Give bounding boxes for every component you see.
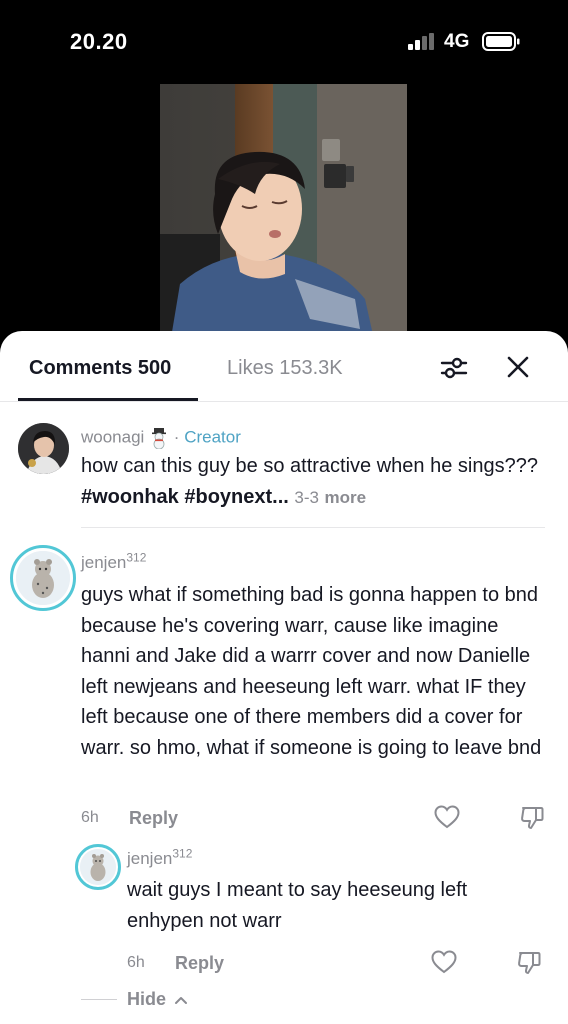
reply-text: wait guys I meant to say heeseung left e…: [127, 879, 468, 932]
creator-avatar[interactable]: [18, 423, 69, 474]
commenter-avatar[interactable]: [16, 551, 70, 605]
comment-text: how can this guy be so attractive when h…: [81, 451, 551, 513]
username-text: jenjen: [127, 849, 173, 868]
tab-likes[interactable]: Likes 153.3K: [227, 357, 343, 380]
hide-divider-line: [81, 999, 117, 1000]
hashtag-link[interactable]: #woonhak: [81, 486, 179, 508]
battery-icon: [482, 32, 520, 51]
active-tab-indicator: [18, 398, 198, 401]
status-time: 20.20: [70, 29, 128, 54]
username-text: woonagi: [81, 427, 145, 447]
username-superscript: 312: [172, 846, 193, 861]
heart-icon[interactable]: [431, 950, 457, 974]
cellular-signal-icon: [408, 33, 434, 50]
status-bar: 20.20 4G: [0, 0, 568, 84]
avatar-image: [18, 423, 69, 474]
network-type: 4G: [444, 31, 470, 52]
avatar-image: [16, 551, 70, 605]
comment-divider: [81, 527, 545, 528]
comment-username[interactable]: jenjen312: [81, 550, 147, 573]
tab-comments[interactable]: Comments 500: [29, 357, 171, 380]
video-preview[interactable]: [160, 84, 407, 344]
comment-text: guys what if something bad is gonna happ…: [81, 584, 542, 759]
reply-avatar[interactable]: [80, 849, 116, 885]
heart-icon[interactable]: [434, 805, 460, 829]
thumbs-down-icon[interactable]: [516, 950, 542, 976]
creator-badge: Creator: [184, 427, 241, 447]
hide-label: Hide: [127, 989, 167, 1009]
thumbs-down-icon[interactable]: [519, 805, 545, 831]
snowman-emoji-icon: [152, 428, 167, 449]
hide-replies-button[interactable]: Hide: [127, 989, 188, 1010]
chevron-up-icon: [175, 997, 188, 1005]
filter-sliders-icon[interactable]: [440, 355, 468, 381]
reply-time: 6h: [127, 954, 145, 971]
username-separator: ·: [173, 427, 180, 447]
hashtag-link[interactable]: #boynext: [184, 486, 272, 508]
username-superscript: 312: [126, 550, 147, 565]
comment-time: 6h: [81, 809, 99, 826]
more-button[interactable]: more: [325, 488, 367, 507]
comment-body: how can this guy be so attractive when h…: [81, 455, 538, 477]
video-frame-image: [160, 84, 407, 344]
reply-button[interactable]: Reply: [175, 953, 224, 974]
reply-button[interactable]: Reply: [129, 808, 178, 829]
truncation-ellipsis: ...: [272, 485, 289, 508]
comments-tab-bar: Comments 500 Likes 153.3K: [0, 331, 568, 402]
reply-username[interactable]: jenjen312: [127, 846, 193, 869]
comment-username[interactable]: woonagi · Creator: [81, 427, 241, 449]
username-text: jenjen: [81, 553, 127, 572]
close-icon[interactable]: [505, 354, 531, 380]
avatar-image: [80, 849, 116, 885]
comment-date: 3-3: [294, 487, 319, 507]
comments-sheet: Comments 500 Likes 153.3K woonagi · Crea…: [0, 331, 568, 1024]
